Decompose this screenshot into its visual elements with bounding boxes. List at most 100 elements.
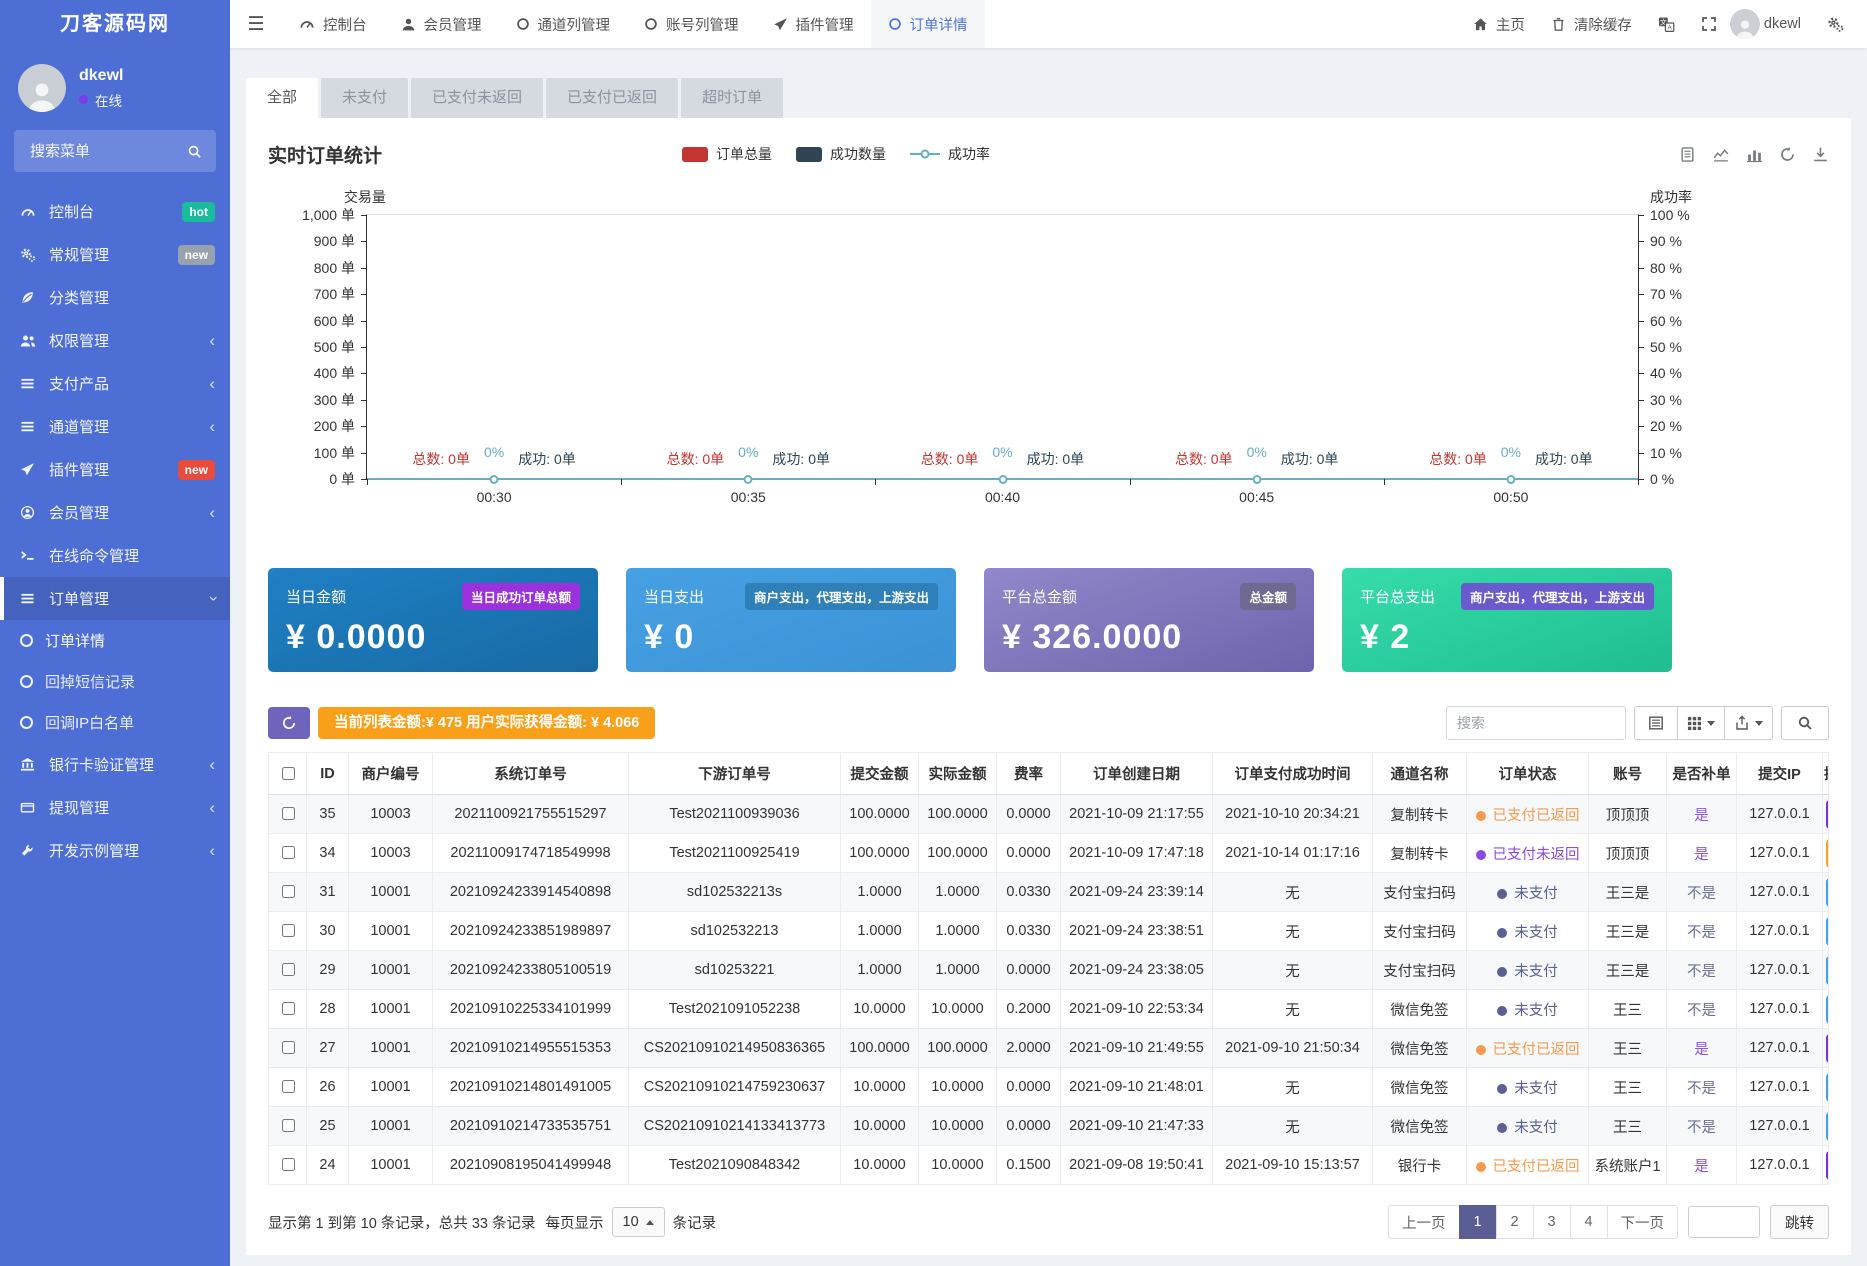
clear-cache-button[interactable]: 清除缓存 — [1538, 0, 1645, 48]
prev-page-button[interactable]: 上一页 — [1388, 1205, 1460, 1239]
tab-已支付已返回[interactable]: 已支付已返回 — [546, 78, 678, 118]
row-checkbox[interactable] — [282, 1002, 295, 1015]
settings-button[interactable] — [1814, 0, 1857, 48]
row-checkbox[interactable] — [282, 924, 295, 937]
reissue-flag: 不是 — [1667, 1068, 1737, 1107]
language-button[interactable]: 文A — [1645, 0, 1688, 48]
edit-button[interactable] — [1826, 1034, 1829, 1063]
fullscreen-button[interactable] — [1688, 0, 1730, 48]
table-search-button[interactable] — [1781, 706, 1829, 740]
card-value: ¥ 2 — [1360, 618, 1654, 657]
reissue-flag: 不是 — [1667, 873, 1737, 912]
row-checkbox[interactable] — [282, 963, 295, 976]
legend-item-订单总量[interactable]: 订单总量 — [682, 144, 772, 164]
annotation-success: 成功: 0单 — [1535, 449, 1593, 469]
username-menu[interactable]: dkewl — [1760, 0, 1814, 48]
sidebar-item-权限管理[interactable]: 权限管理‹ — [0, 319, 230, 362]
search-icon[interactable] — [187, 144, 202, 159]
legend-item-成功率[interactable]: 成功率 — [910, 144, 990, 164]
sidebar-subitem-回掉短信记录[interactable]: 回掉短信记录 — [0, 661, 230, 702]
per-page-select[interactable]: 10 — [612, 1207, 665, 1237]
row-select-cell — [269, 873, 307, 912]
next-page-button[interactable]: 下一页 — [1607, 1205, 1679, 1239]
sidebar-item-支付产品[interactable]: 支付产品‹ — [0, 362, 230, 405]
topbar-item-通道列管理[interactable]: 通道列管理 — [499, 0, 628, 48]
reissue-button[interactable]: 补单 — [1826, 1112, 1829, 1141]
page-button-4[interactable]: 4 — [1570, 1205, 1608, 1239]
page-button-2[interactable]: 2 — [1496, 1205, 1534, 1239]
status-dot-icon — [1476, 1045, 1486, 1055]
sidebar-item-会员管理[interactable]: 会员管理‹ — [0, 491, 230, 534]
sidebar-item-分类管理[interactable]: 分类管理 — [0, 276, 230, 319]
page-button-3[interactable]: 3 — [1533, 1205, 1571, 1239]
user-avatar[interactable] — [1730, 9, 1760, 39]
sidebar-item-通道管理[interactable]: 通道管理‹ — [0, 405, 230, 448]
reissue-button[interactable]: 补单 — [1826, 917, 1829, 946]
jump-button[interactable]: 跳转 — [1770, 1205, 1829, 1239]
topbar-item-控制台[interactable]: 控制台 — [282, 0, 384, 48]
wallet-icon — [18, 800, 37, 815]
row-checkbox[interactable] — [282, 846, 295, 859]
sidebar-item-订单管理[interactable]: 订单管理‹ — [0, 577, 230, 620]
refresh-list-button[interactable] — [268, 707, 310, 739]
sidebar-item-插件管理[interactable]: 插件管理 new — [0, 448, 230, 491]
topbar-item-插件管理[interactable]: 插件管理 — [756, 0, 871, 48]
sidebar-item-提现管理[interactable]: 提现管理‹ — [0, 786, 230, 829]
sidebar-item-label: 插件管理 — [49, 459, 109, 480]
sidebar-badge-new: new — [178, 460, 215, 480]
reissue-button[interactable]: 补单 — [1826, 878, 1829, 907]
row-checkbox[interactable] — [282, 1158, 295, 1171]
row-checkbox[interactable] — [282, 885, 295, 898]
refresh-icon[interactable] — [1779, 146, 1796, 163]
sidebar-item-开发示例管理[interactable]: 开发示例管理‹ — [0, 829, 230, 872]
sidebar-subitem-回调IP白名单[interactable]: 回调IP白名单 — [0, 702, 230, 743]
topbar-item-账号列管理[interactable]: 账号列管理 — [627, 0, 756, 48]
row-checkbox[interactable] — [282, 1119, 295, 1132]
sidebar-item-常规管理[interactable]: 常规管理new — [0, 233, 230, 276]
sidebar-item-在线命令管理[interactable]: 在线命令管理 — [0, 534, 230, 577]
tab-全部[interactable]: 全部 — [246, 78, 318, 118]
sidebar-item-控制台[interactable]: 控制台hot — [0, 190, 230, 233]
export-button[interactable] — [1724, 706, 1773, 740]
jump-page-input[interactable] — [1688, 1206, 1760, 1238]
sidebar-item-label: 提现管理 — [49, 797, 109, 818]
annotation-success: 成功: 0单 — [772, 449, 830, 469]
row-checkbox[interactable] — [282, 1080, 295, 1093]
table-search-input[interactable] — [1446, 706, 1626, 740]
notify-button[interactable]: 通知 — [1826, 839, 1829, 868]
topbar-item-会员管理[interactable]: 会员管理 — [384, 0, 499, 48]
col-header-订单创建日期: 订单创建日期 — [1061, 753, 1213, 795]
tab-已支付未返回[interactable]: 已支付未返回 — [411, 78, 543, 118]
line-chart-icon[interactable] — [1712, 146, 1730, 163]
select-all-checkbox[interactable] — [282, 767, 295, 780]
home-link[interactable]: 主页 — [1460, 0, 1538, 48]
columns-button[interactable] — [1677, 706, 1725, 740]
paid-time: 2021-09-10 15:13:57 — [1213, 1146, 1373, 1185]
topbar-item-订单详情[interactable]: 订单详情 — [871, 0, 985, 48]
row-checkbox[interactable] — [282, 807, 295, 820]
bar-chart-icon[interactable] — [1746, 146, 1763, 163]
data-view-icon[interactable] — [1679, 146, 1696, 163]
detail-view-button[interactable] — [1634, 706, 1678, 740]
edit-button[interactable] — [1826, 1151, 1829, 1180]
edit-button[interactable] — [1826, 800, 1829, 829]
col-header-实际金额: 实际金额 — [919, 753, 997, 795]
col-header-订单状态: 订单状态 — [1467, 753, 1589, 795]
rocket-icon — [18, 462, 37, 477]
sidebar-search-input[interactable] — [28, 142, 187, 161]
col-header-操作: 操作 — [1823, 753, 1829, 795]
sidebar-subitem-订单详情[interactable]: 订单详情 — [0, 620, 230, 661]
tab-未支付[interactable]: 未支付 — [321, 78, 408, 118]
legend-item-成功数量[interactable]: 成功数量 — [796, 144, 886, 164]
tab-超时订单[interactable]: 超时订单 — [681, 78, 783, 118]
reissue-button[interactable]: 补单 — [1826, 995, 1829, 1024]
row-checkbox[interactable] — [282, 1041, 295, 1054]
page-button-1[interactable]: 1 — [1459, 1205, 1497, 1239]
menu-toggle-icon[interactable]: ☰ — [230, 0, 282, 48]
download-icon[interactable] — [1812, 146, 1829, 163]
refresh-icon — [281, 715, 297, 731]
sidebar-item-银行卡验证管理[interactable]: 银行卡验证管理‹ — [0, 743, 230, 786]
submit-ip: 127.0.0.1 — [1737, 1146, 1823, 1185]
reissue-button[interactable]: 补单 — [1826, 1073, 1829, 1102]
reissue-button[interactable]: 补单 — [1826, 956, 1829, 985]
